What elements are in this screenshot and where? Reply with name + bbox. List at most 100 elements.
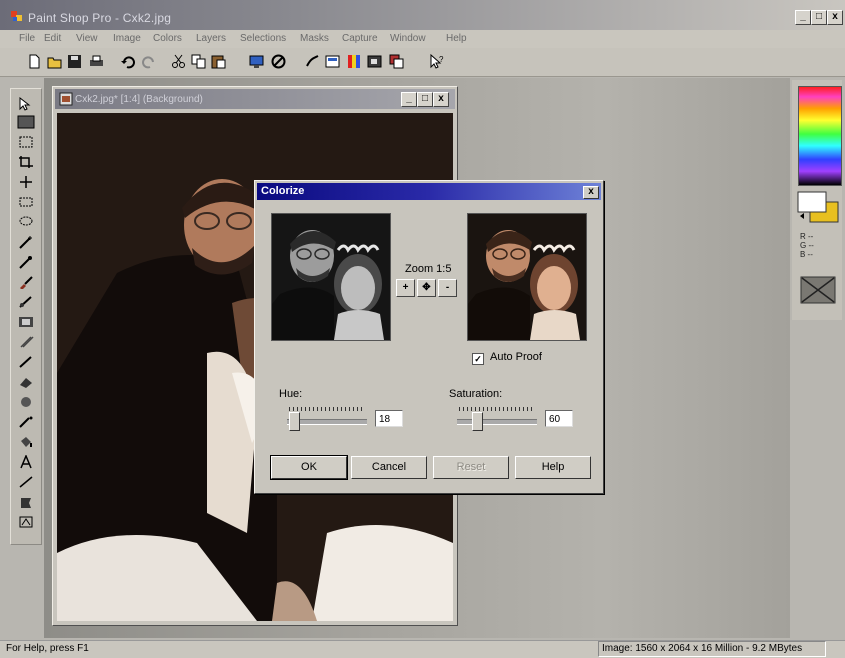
image-minimize-button[interactable]: _ xyxy=(401,92,417,107)
paint-shop-pro-icon xyxy=(11,11,22,21)
image-close-button[interactable]: x xyxy=(433,92,449,107)
menu-colors[interactable]: Colors xyxy=(153,33,182,44)
menu-layers[interactable]: Layers xyxy=(196,33,226,44)
rgb-readout: R -- G -- B -- xyxy=(800,232,814,259)
app-title: Paint Shop Pro - Cxk2.jpg xyxy=(28,11,172,25)
paste-icon[interactable] xyxy=(210,53,227,70)
preset-shapes-tool-icon[interactable] xyxy=(17,495,35,509)
mover-tool-icon[interactable] xyxy=(17,175,35,189)
status-help-text: For Help, press F1 xyxy=(6,643,89,654)
status-image-info: Image: 1560 x 2064 x 16 Million - 9.2 MB… xyxy=(602,643,803,654)
reset-button[interactable]: Reset xyxy=(433,456,509,479)
cancel-button[interactable]: Cancel xyxy=(351,456,427,479)
help-button[interactable]: Help xyxy=(515,456,591,479)
print-icon[interactable] xyxy=(88,53,105,70)
menu-view[interactable]: View xyxy=(76,33,98,44)
close-button[interactable]: x xyxy=(827,10,843,25)
foreground-background-swatches[interactable] xyxy=(796,190,842,226)
pan-button[interactable]: ✥ xyxy=(417,279,436,297)
toggle-overview-icon[interactable] xyxy=(366,53,383,70)
zoom-out-button[interactable]: - xyxy=(438,279,457,297)
retouch-tool-icon[interactable] xyxy=(17,335,35,349)
paintbrush-tool-icon[interactable] xyxy=(17,275,35,289)
dialog-close-button[interactable]: x xyxy=(583,186,599,199)
color-replacer-tool-icon[interactable] xyxy=(17,315,35,329)
toggle-layers-icon[interactable] xyxy=(388,53,405,70)
context-help-icon[interactable]: ? xyxy=(428,53,445,70)
after-preview[interactable] xyxy=(467,213,587,341)
menu-help[interactable]: Help xyxy=(446,33,467,44)
toggle-tool-palette-icon[interactable] xyxy=(304,53,321,70)
swap-colors-arrow-icon xyxy=(800,213,804,219)
flood-fill-tool-icon[interactable] xyxy=(17,435,35,449)
document-icon xyxy=(59,92,73,106)
cut-icon[interactable] xyxy=(170,53,187,70)
red-value: R -- xyxy=(800,232,814,241)
maximize-button[interactable]: □ xyxy=(811,10,827,25)
vector-object-tool-icon[interactable] xyxy=(17,515,35,529)
transparency-swatch-icon[interactable] xyxy=(800,276,836,304)
redo-icon[interactable] xyxy=(140,53,157,70)
image-window-title-bar[interactable]: Cxk2.jpg* [1:4] (Background) _ □ x xyxy=(55,89,455,109)
new-file-icon[interactable] xyxy=(26,53,43,70)
menu-selections[interactable]: Selections xyxy=(240,33,286,44)
ok-button[interactable]: OK xyxy=(270,455,348,480)
saturation-value-field[interactable]: 60 xyxy=(545,410,573,427)
airbrush-tool-icon[interactable] xyxy=(17,415,35,429)
main-toolbar: ? xyxy=(0,48,845,77)
menu-window[interactable]: Window xyxy=(390,33,426,44)
foreground-color-swatch xyxy=(797,191,827,213)
menu-bar: File Edit View Image Colors Layers Selec… xyxy=(0,30,845,48)
image-window-title: Cxk2.jpg* [1:4] (Background) xyxy=(75,94,203,105)
app-title-bar[interactable]: Paint Shop Pro - Cxk2.jpg _ □ x xyxy=(0,0,845,30)
scratch-remover-tool-icon[interactable] xyxy=(17,355,35,369)
zoom-in-button[interactable]: + xyxy=(396,279,415,297)
menu-masks[interactable]: Masks xyxy=(300,33,329,44)
saturation-slider-thumb[interactable] xyxy=(472,412,484,431)
arrow-tool-icon[interactable] xyxy=(17,97,35,111)
lasso-tool-icon[interactable] xyxy=(17,215,35,229)
clone-brush-tool-icon[interactable] xyxy=(17,295,35,309)
auto-proof-label: Auto Proof xyxy=(490,351,542,363)
minimize-button[interactable]: _ xyxy=(795,10,811,25)
zoom-tool-icon[interactable] xyxy=(17,115,35,129)
toggle-style-bar-icon[interactable] xyxy=(324,53,341,70)
zoom-label: Zoom 1:5 xyxy=(405,263,452,275)
tool-palette xyxy=(10,88,42,545)
green-value: G -- xyxy=(800,241,814,250)
saturation-slider-track[interactable] xyxy=(457,419,537,425)
full-screen-preview-icon[interactable] xyxy=(248,53,265,70)
hue-slider-thumb[interactable] xyxy=(289,412,301,431)
image-maximize-button[interactable]: □ xyxy=(417,92,433,107)
color-spectrum-picker[interactable] xyxy=(798,86,842,186)
text-tool-icon[interactable] xyxy=(17,455,35,469)
menu-image[interactable]: Image xyxy=(113,33,141,44)
magic-wand-tool-icon[interactable] xyxy=(17,235,35,249)
colorize-dialog[interactable]: Colorize x Zoom 1:5 + ✥ - ✓ Auto Proof H… xyxy=(254,180,604,494)
save-icon[interactable] xyxy=(66,53,83,70)
draw-tool-icon[interactable] xyxy=(17,475,35,489)
crop-tool-icon[interactable] xyxy=(17,155,35,169)
deform-tool-icon[interactable] xyxy=(17,135,35,149)
undo-icon[interactable] xyxy=(120,53,137,70)
before-preview[interactable] xyxy=(271,213,391,341)
hue-ticks xyxy=(289,407,365,411)
open-folder-icon[interactable] xyxy=(46,53,63,70)
menu-edit[interactable]: Edit xyxy=(44,33,61,44)
eraser-tool-icon[interactable] xyxy=(17,375,35,389)
menu-file[interactable]: File xyxy=(19,33,35,44)
dropper-tool-icon[interactable] xyxy=(17,255,35,269)
picture-tube-tool-icon[interactable] xyxy=(17,395,35,409)
selection-tool-icon[interactable] xyxy=(17,195,35,209)
auto-proof-checkbox[interactable]: ✓ Auto Proof xyxy=(472,351,542,365)
hue-label: Hue: xyxy=(279,388,303,400)
no-entry-icon[interactable] xyxy=(270,53,287,70)
copy-icon[interactable] xyxy=(190,53,207,70)
menu-capture[interactable]: Capture xyxy=(342,33,378,44)
dialog-title-bar[interactable]: Colorize x xyxy=(257,183,601,200)
blue-value: B -- xyxy=(800,250,813,259)
hue-value-field[interactable]: 18 xyxy=(375,410,403,427)
toggle-color-palette-icon[interactable] xyxy=(346,53,363,70)
auto-proof-check-icon[interactable]: ✓ xyxy=(472,353,484,365)
svg-text:?: ? xyxy=(439,55,444,64)
